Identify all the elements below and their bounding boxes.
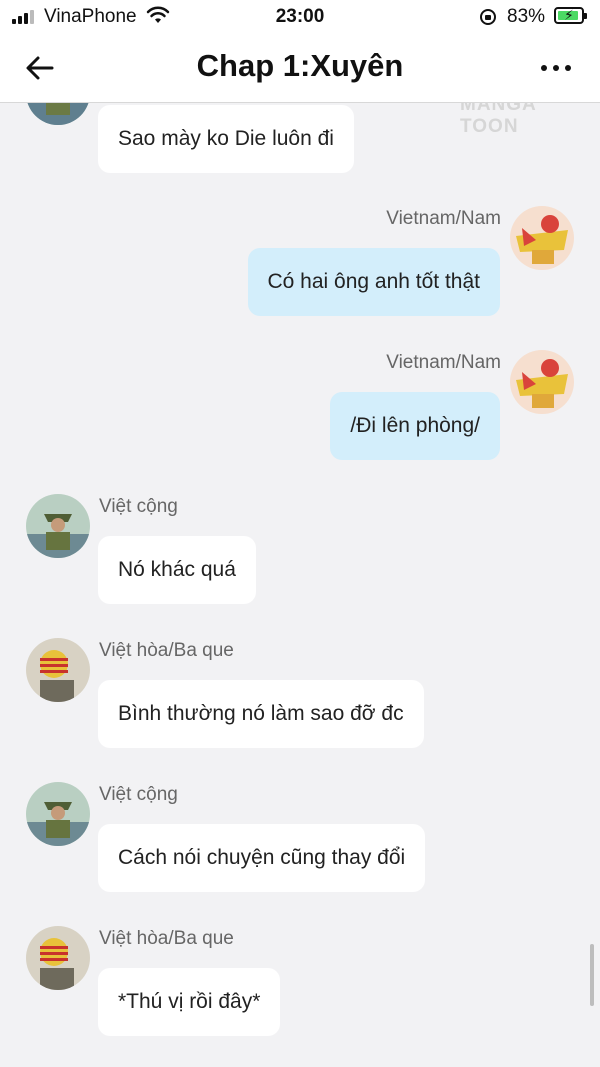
watermark-logo: MANGA TOON (460, 103, 537, 137)
sender-name: Việt hòa/Ba que (99, 640, 234, 661)
message-bubble[interactable]: Có hai ông anh tốt thật (247, 248, 500, 316)
sender-name: Vietnam/Nam (386, 208, 501, 229)
chapter-header: Chap 1:Xuyên (0, 34, 600, 103)
avatar[interactable] (26, 494, 90, 558)
sender-name: Vietnam/Nam (386, 352, 501, 373)
battery-icon: ⚡ (554, 7, 587, 24)
avatar[interactable] (510, 350, 574, 414)
avatar[interactable] (510, 206, 574, 270)
message-bubble[interactable]: Nó khác quá (98, 536, 256, 604)
status-bar: VinaPhone 23:00 83% ⚡ (0, 0, 600, 34)
chapter-title: Chap 1:Xuyên (196, 48, 404, 83)
message-bubble[interactable]: *Thú vị rồi đây* (98, 968, 281, 1036)
sender-name: Việt hòa/Ba que (99, 928, 234, 949)
avatar[interactable] (26, 926, 90, 990)
chat-list[interactable]: MANGA TOON Sao mày ko Die luôn đi Vietna… (0, 103, 600, 1067)
message-bubble[interactable]: /Đi lên phòng/ (330, 392, 500, 460)
message-bubble[interactable]: Cách nói chuyện cũng thay đổi (98, 824, 426, 892)
avatar[interactable] (26, 782, 90, 846)
sender-name: Việt cộng (99, 496, 178, 517)
message-bubble[interactable]: Bình thường nó làm sao đỡ đc (98, 680, 424, 748)
charging-bolt-icon: ⚡ (564, 7, 574, 23)
scrollbar[interactable] (590, 944, 594, 1006)
orientation-lock-icon (480, 9, 496, 25)
avatar[interactable] (26, 103, 90, 125)
sender-name: Việt cộng (99, 784, 178, 805)
battery-percent: 83% (507, 6, 546, 27)
more-options-icon[interactable] (538, 56, 574, 80)
message-bubble[interactable]: Sao mày ko Die luôn đi (98, 105, 354, 173)
avatar[interactable] (26, 638, 90, 702)
